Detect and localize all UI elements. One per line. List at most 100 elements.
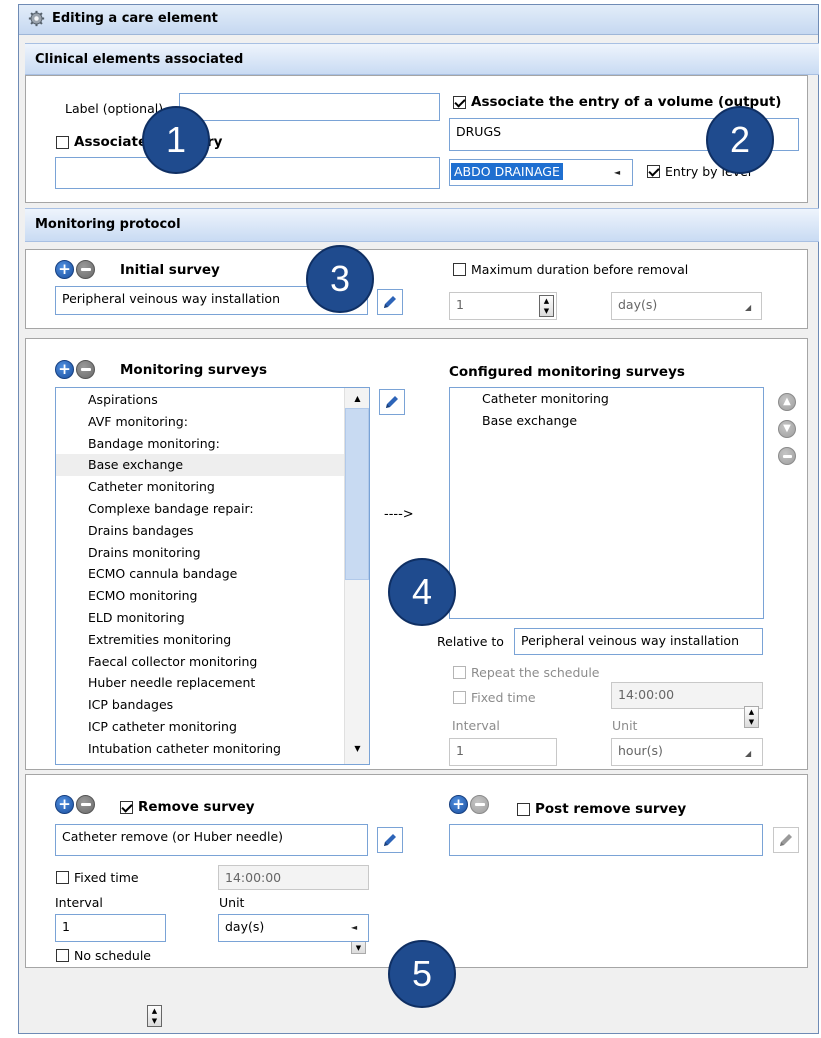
max-duration-option[interactable]: Maximum duration before removal: [453, 262, 688, 277]
pencil-icon: [780, 834, 792, 846]
list-item[interactable]: Extremities monitoring: [56, 629, 369, 651]
removal-interval-stepper[interactable]: ▲ ▼: [147, 1005, 162, 1027]
stepper-up-icon[interactable]: ▲: [540, 296, 553, 306]
removal-fixed-time-checkbox[interactable]: [56, 871, 69, 884]
monitoring-section-header: Monitoring protocol: [25, 208, 819, 242]
configured-surveys-label: Configured monitoring surveys: [449, 364, 685, 380]
list-item[interactable]: ECMO monitoring: [56, 585, 369, 607]
relative-to-input[interactable]: Peripheral veinous way installation: [514, 628, 763, 655]
list-item[interactable]: AVF monitoring:: [56, 411, 369, 433]
unit-label: Unit: [612, 718, 638, 733]
list-item[interactable]: Bandage monitoring:: [56, 433, 369, 455]
fixed-time-option[interactable]: Fixed time: [453, 690, 536, 705]
list-item[interactable]: Huber needle replacement: [56, 672, 369, 694]
remove-survey-option[interactable]: Remove survey: [120, 799, 255, 815]
list-item[interactable]: Drains bandages: [56, 520, 369, 542]
relative-to-label: Relative to: [437, 634, 504, 649]
list-item[interactable]: ICP catheter monitoring: [56, 716, 369, 738]
repeat-schedule-label: Repeat the schedule: [471, 665, 600, 680]
add-post-remove-button[interactable]: +: [449, 795, 468, 814]
associate-entry-checkbox[interactable]: [56, 135, 69, 149]
list-item[interactable]: Base exchange: [56, 454, 369, 477]
list-item[interactable]: ELD monitoring: [56, 607, 369, 629]
fixed-time-stepper[interactable]: ▲ ▼: [744, 706, 759, 728]
scroll-up-icon[interactable]: ▲: [349, 388, 366, 408]
list-item[interactable]: Drains monitoring: [56, 542, 369, 564]
remove-survey-input[interactable]: Catheter remove (or Huber needle): [55, 824, 368, 856]
post-remove-input[interactable]: [449, 824, 763, 856]
repeat-schedule-option[interactable]: Repeat the schedule: [453, 665, 599, 680]
dropdown-arrow-icon: ◄: [614, 168, 621, 177]
edit-monitoring-survey-button[interactable]: [379, 389, 405, 415]
list-item[interactable]: Aspirations: [56, 389, 369, 411]
post-remove-label: Post remove survey: [535, 801, 687, 817]
move-down-button[interactable]: ▼: [778, 420, 796, 438]
delete-post-remove-button[interactable]: [470, 795, 489, 814]
list-item[interactable]: Catheter monitoring: [450, 388, 763, 410]
unit-select[interactable]: hour(s) ◢: [611, 738, 763, 766]
list-item[interactable]: ECMO cannula bandage: [56, 563, 369, 585]
list-item[interactable]: Faecal collector monitoring: [56, 651, 369, 673]
scroll-down-icon[interactable]: ▼: [349, 738, 366, 758]
no-schedule-label: No schedule: [74, 948, 151, 963]
scroll-thumb[interactable]: [345, 408, 369, 580]
associate-volume-checkbox[interactable]: [453, 95, 466, 109]
add-monitoring-survey-button[interactable]: +: [55, 360, 74, 379]
stepper-up-icon[interactable]: ▲: [745, 707, 758, 717]
entry-by-level-checkbox[interactable]: [647, 165, 660, 178]
remove-monitoring-survey-button[interactable]: [76, 360, 95, 379]
post-remove-buttons: +: [449, 795, 489, 814]
stepper-down-icon[interactable]: ▼: [352, 943, 365, 953]
configured-surveys-list[interactable]: Catheter monitoring Base exchange: [449, 387, 764, 619]
list-item[interactable]: Base exchange: [450, 410, 763, 432]
list-item[interactable]: Catheter monitoring: [56, 476, 369, 498]
initial-survey-buttons: +: [55, 260, 95, 279]
monitoring-surveys-list[interactable]: Aspirations AVF monitoring: Bandage moni…: [55, 387, 370, 765]
edit-post-remove-button[interactable]: [773, 827, 799, 853]
stepper-up-icon[interactable]: ▲: [148, 1006, 161, 1016]
label-input[interactable]: [179, 93, 440, 121]
add-remove-survey-button[interactable]: +: [55, 795, 74, 814]
fixed-time-input[interactable]: 14:00:00: [611, 682, 763, 709]
repeat-schedule-checkbox[interactable]: [453, 666, 466, 679]
list-scrollbar[interactable]: ▲ ▼: [344, 388, 369, 764]
edit-remove-survey-button[interactable]: [377, 827, 403, 853]
drainage-select[interactable]: ABDO DRAINAGE ◄: [449, 159, 633, 186]
max-duration-unit-select[interactable]: day(s) ◢: [611, 292, 762, 320]
fixed-time-checkbox[interactable]: [453, 691, 466, 704]
remove-initial-survey-button[interactable]: [76, 260, 95, 279]
remove-survey-checkbox[interactable]: [120, 800, 133, 814]
list-item[interactable]: Intubation catheter monitoring: [56, 738, 369, 760]
stepper-down-icon[interactable]: ▼: [745, 717, 758, 727]
delete-remove-survey-button[interactable]: [76, 795, 95, 814]
removal-fixed-time-input[interactable]: 14:00:00: [218, 865, 369, 890]
removal-interval-input[interactable]: 1: [55, 914, 166, 942]
add-initial-survey-button[interactable]: +: [55, 260, 74, 279]
edit-initial-survey-button[interactable]: [377, 289, 403, 315]
no-schedule-option[interactable]: No schedule: [56, 948, 151, 963]
callout-1: 1: [142, 106, 210, 174]
remove-survey-buttons: +: [55, 795, 95, 814]
move-up-button[interactable]: ▲: [778, 393, 796, 411]
stepper-down-icon[interactable]: ▼: [540, 306, 553, 316]
window-title: Editing a care element: [52, 11, 218, 26]
removal-fixed-time-option[interactable]: Fixed time: [56, 870, 139, 885]
list-item[interactable]: Complexe bandage repair:: [56, 498, 369, 520]
monitoring-surveys-label: Monitoring surveys: [120, 362, 268, 378]
interval-input[interactable]: 1: [449, 738, 557, 766]
max-duration-checkbox[interactable]: [453, 263, 466, 276]
max-duration-stepper[interactable]: ▲ ▼: [539, 295, 554, 317]
label-caption: Label (optional): [65, 101, 164, 116]
stepper-down-icon[interactable]: ▼: [148, 1016, 161, 1026]
callout-2: 2: [706, 106, 774, 174]
removal-unit-select[interactable]: day(s) ◄: [218, 914, 369, 942]
post-remove-option[interactable]: Post remove survey: [517, 801, 686, 817]
drainage-selected-value: ABDO DRAINAGE: [451, 163, 563, 180]
post-remove-checkbox[interactable]: [517, 802, 530, 816]
remove-configured-button[interactable]: [778, 447, 796, 465]
callout-4: 4: [388, 558, 456, 626]
no-schedule-checkbox[interactable]: [56, 949, 69, 962]
list-item[interactable]: ICP bandages: [56, 694, 369, 716]
clinical-section-header: Clinical elements associated: [25, 43, 819, 75]
entry-input[interactable]: [55, 157, 440, 189]
